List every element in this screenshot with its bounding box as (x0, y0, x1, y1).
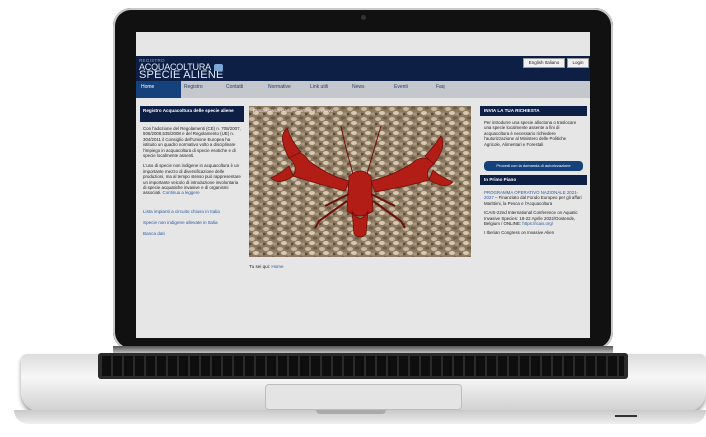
laptop-lid: REGISTRO ACQUACOLTURA SPECIE ALIENE Engl… (113, 8, 613, 350)
site-header: REGISTRO ACQUACOLTURA SPECIE ALIENE Engl… (136, 56, 590, 81)
screen: REGISTRO ACQUACOLTURA SPECIE ALIENE Engl… (136, 32, 590, 338)
request-text: Per introdurre una specie alloctona o tr… (484, 120, 577, 147)
keyboard (98, 353, 628, 379)
crayfish-image (249, 106, 471, 257)
nav-registro[interactable]: Registro (179, 81, 224, 98)
trackpad (265, 384, 462, 410)
right-column: INVIA LA TUA RICHIESTA Per introdurre un… (480, 106, 587, 240)
left-heading: Registro Acquacoltura delle specie alien… (140, 106, 244, 122)
nav-faq[interactable]: Faq (431, 81, 476, 98)
news-item-3: I Iberian Congress on Invasive Alien (484, 230, 555, 236)
news-2-link[interactable]: https://icais.org/ (522, 221, 553, 226)
nav-link-utili[interactable]: Link utili (305, 81, 350, 98)
crayfish-photo: Procambarus clarkii - Gambero Invasivo (249, 106, 471, 257)
left-para1: Con l'adozione del Regolamenti (CE) n. 7… (143, 126, 241, 159)
left-column: Registro Acquacoltura delle specie alien… (140, 106, 244, 242)
news-1-text: – Finanziato dal Fondo Europeo per gli a… (484, 195, 582, 206)
nav-eventi[interactable]: Eventi (389, 81, 434, 98)
language-button[interactable]: English Italiano (523, 58, 565, 68)
breadcrumb: Tu sei qui: Home (249, 264, 284, 269)
authorization-button[interactable]: Procedi con la domanda di autorizzazione (484, 161, 583, 172)
nav-home[interactable]: Home (136, 81, 181, 98)
camera-icon (361, 15, 366, 20)
photo-caption: Procambarus clarkii - Gambero Invasivo (253, 108, 334, 113)
fish-logo-icon (214, 64, 223, 71)
link-impianti[interactable]: Lista impianti a circuito chiuso in Ital… (140, 209, 244, 214)
left-text: Con l'adozione del Regolamenti (CE) n. 7… (140, 122, 244, 200)
in-primo-piano-heading: In Primo Piano (480, 175, 587, 186)
link-specie[interactable]: Specie non indigene allevate in Italia (140, 220, 244, 225)
status-led-icon (615, 415, 637, 417)
nav-contatti[interactable]: Contatti (221, 81, 266, 98)
login-button[interactable]: Login (567, 58, 589, 68)
logo-line2: SPECIE ALIENE (139, 69, 224, 81)
news-item-1: PROGRAMMA OPERATIVO NAZIONALE 2021-2027 … (480, 190, 587, 206)
breadcrumb-label: Tu sei qui: (249, 264, 271, 269)
request-heading: INVIA LA TUA RICHIESTA (480, 106, 587, 116)
breadcrumb-home-link[interactable]: Home (271, 264, 283, 269)
continue-link[interactable]: Continua a leggere (163, 190, 200, 195)
news-item-2: ICAIS-22nd International Conference on A… (480, 210, 587, 226)
keyboard-keys (102, 356, 624, 376)
nav-normative[interactable]: Normative (263, 81, 308, 98)
nav-news[interactable]: News (347, 81, 392, 98)
link-banca-dati[interactable]: Banca dati (140, 231, 244, 236)
lid-notch (316, 410, 386, 414)
main-nav: Home Registro Contatti Normative Link ut… (136, 81, 590, 98)
